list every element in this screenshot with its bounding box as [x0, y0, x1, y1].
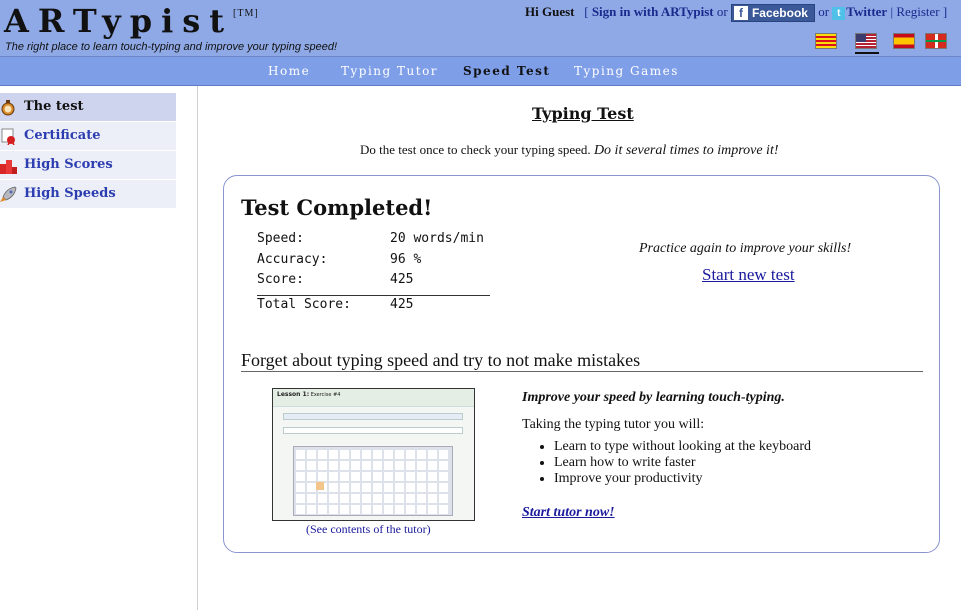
site-header: ARTypist [TM] The right place to learn t…: [0, 0, 961, 57]
twitter-label: Twitter: [846, 4, 888, 19]
keyboard-image: [293, 446, 453, 516]
column-divider: [197, 86, 198, 610]
twitter-icon: t: [832, 6, 846, 20]
sidebar-item-label: Certificate: [24, 128, 101, 143]
sidebar-item-high-speeds[interactable]: High Speeds: [0, 180, 176, 209]
register-link[interactable]: Register: [896, 4, 939, 19]
facebook-icon: f: [733, 6, 748, 21]
account-bar: Hi Guest [ Sign in with ARTypist or f Fac…: [525, 4, 948, 23]
score-value: 425: [390, 272, 414, 287]
facebook-button[interactable]: f Facebook: [730, 4, 815, 23]
nav-speed-test[interactable]: Speed Test: [463, 64, 550, 78]
total-value: 425: [390, 297, 414, 312]
start-new-test-link[interactable]: Start new test: [702, 265, 795, 285]
tutor-heading: Forget about typing speed and try to not…: [241, 350, 641, 370]
pipe-separator: |: [890, 4, 894, 19]
intro-plain: Do the test once to check your typing sp…: [360, 142, 591, 157]
site-tagline: The right place to learn touch-typing an…: [5, 41, 338, 53]
bracket-open: [: [584, 4, 589, 19]
see-contents-link[interactable]: (See contents of the tutor): [306, 522, 431, 537]
result-heading: Test Completed!: [241, 195, 433, 220]
practice-text: Practice again to improve your skills!: [639, 241, 852, 256]
sidebar-item-the-test[interactable]: The test: [0, 93, 176, 122]
improve-text: Improve your speed by learning touch-typ…: [522, 390, 785, 405]
sidebar-item-label: High Scores: [24, 157, 113, 172]
or-text: or: [716, 4, 728, 19]
start-tutor-link[interactable]: Start tutor now!: [522, 505, 615, 521]
sidebar-item-label: The test: [24, 99, 84, 114]
facebook-label: Facebook: [751, 6, 808, 21]
main-nav: Home Typing Tutor Speed Test Typing Game…: [0, 57, 961, 86]
sidebar-item-certificate[interactable]: Certificate: [0, 122, 176, 151]
total-label: Total Score:: [257, 297, 351, 312]
thumb-lesson: Lesson 1:: [277, 391, 310, 398]
greeting: Hi Guest: [525, 4, 575, 19]
nav-typing-games[interactable]: Typing Games: [574, 64, 679, 78]
basque-flag-icon[interactable]: [925, 33, 947, 49]
results-panel: Test Completed! Speed: 20 words/min Accu…: [223, 175, 940, 553]
page-title: Typing Test: [532, 104, 634, 123]
sidebar: The test Certificate High Scores High Sp…: [0, 93, 176, 209]
intro-text: Do the test once to check your typing sp…: [360, 142, 779, 159]
list-item: Learn how to write faster: [554, 455, 811, 471]
sidebar-item-label: High Speeds: [24, 186, 116, 201]
list-item: Improve your productivity: [554, 471, 811, 487]
highlighted-key: [316, 482, 324, 490]
thumb-exercise: Exercise #4: [310, 392, 341, 398]
list-item: Learn to type without looking at the key…: [554, 439, 811, 455]
speed-label: Speed:: [257, 231, 304, 246]
site-logo[interactable]: ARTypist: [4, 2, 233, 40]
certificate-icon: [1, 128, 15, 145]
trademark: [TM]: [233, 8, 259, 19]
total-divider: [257, 295, 490, 296]
us-flag-icon[interactable]: [855, 33, 879, 54]
or-text-2: or: [818, 4, 830, 19]
tutor-divider: [241, 371, 923, 372]
nav-typing-tutor[interactable]: Typing Tutor: [341, 64, 438, 78]
catalan-flag-icon[interactable]: [815, 33, 837, 49]
intro-italic: Do it several times to improve it!: [593, 143, 779, 158]
spain-flag-icon[interactable]: [893, 33, 915, 49]
thumb-title-bar: Lesson 1: Exercise #4: [273, 389, 474, 407]
stopwatch-icon: [1, 100, 15, 116]
thumb-input-line: [283, 427, 463, 434]
tutor-screenshot[interactable]: Lesson 1: Exercise #4: [272, 388, 475, 521]
taking-text: Taking the typing tutor you will:: [522, 417, 705, 432]
accuracy-value: 96 %: [390, 252, 422, 267]
twitter-link[interactable]: t Twitter: [832, 4, 888, 20]
accuracy-label: Accuracy:: [257, 252, 328, 267]
nav-home[interactable]: Home: [268, 64, 310, 78]
score-label: Score:: [257, 272, 304, 287]
rocket-icon: [0, 186, 17, 202]
podium-icon: [0, 160, 17, 174]
benefits-list: Learn to type without looking at the key…: [554, 439, 811, 487]
signin-link[interactable]: Sign in with ARTypist: [592, 4, 714, 19]
thumb-target-line: [283, 413, 463, 420]
speed-value: 20 words/min: [390, 231, 484, 246]
bracket-close: ]: [942, 4, 948, 19]
sidebar-item-high-scores[interactable]: High Scores: [0, 151, 176, 180]
